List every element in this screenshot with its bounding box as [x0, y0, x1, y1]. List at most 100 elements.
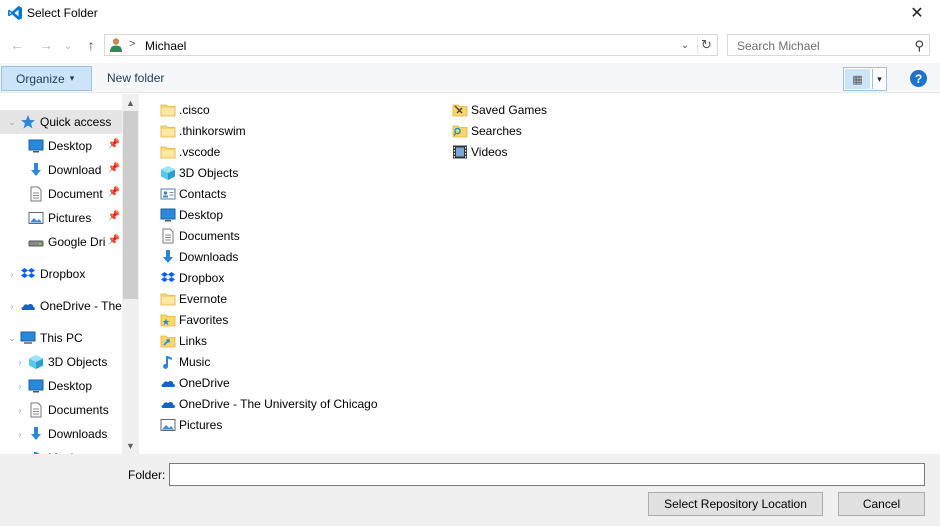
list-item[interactable]: .vscode: [160, 141, 220, 162]
close-icon[interactable]: ✕: [894, 0, 940, 26]
sidebar-item-document[interactable]: Document 📌: [0, 182, 122, 206]
breadcrumb-michael[interactable]: Michael: [145, 39, 186, 53]
desktop-icon: [28, 378, 44, 394]
list-item-label: .vscode: [179, 144, 221, 159]
list-item[interactable]: OneDrive - The University of Chicago: [160, 393, 378, 414]
back-arrow-icon[interactable]: ←: [8, 35, 26, 55]
address-bar[interactable]: > Michael ⌄ ↻: [104, 34, 718, 56]
navigation-scrollbar[interactable]: ▲ ▼: [122, 94, 139, 454]
list-item[interactable]: OneDrive: [160, 372, 230, 393]
sidebar-item-quick-access[interactable]: ⌄ Quick access: [0, 110, 122, 134]
sidebar-item-google-dri[interactable]: Google Dri 📌: [0, 230, 122, 254]
list-item[interactable]: Desktop: [160, 204, 223, 225]
new-folder-button[interactable]: New folder: [107, 71, 164, 85]
list-item[interactable]: Videos: [452, 141, 507, 162]
list-item-label: OneDrive: [179, 375, 230, 390]
pin-icon: 📌: [107, 163, 120, 174]
file-list[interactable]: .cisco .thinkorswim .vscode 3D Objects Conta…: [140, 94, 940, 454]
sidebar-item-label: Download: [48, 163, 102, 177]
sidebar-item-downloads[interactable]: › Downloads: [0, 422, 122, 446]
list-item[interactable]: Favorites: [160, 309, 228, 330]
star-icon: [20, 114, 36, 130]
3d-objects-icon: [160, 165, 176, 181]
drive-icon: [28, 234, 44, 250]
sidebar-item-documents[interactable]: › Documents: [0, 398, 122, 422]
sidebar-item-label: OneDrive - The: [40, 299, 122, 313]
breadcrumb-separator[interactable]: >: [129, 38, 135, 50]
list-item-label: .thinkorswim: [179, 123, 246, 138]
list-item[interactable]: 3D Objects: [160, 162, 238, 183]
list-item-label: Pictures: [179, 417, 223, 432]
onedrive-icon: [160, 375, 176, 391]
list-item[interactable]: Evernote: [160, 288, 227, 309]
links-icon: [160, 333, 176, 349]
list-item[interactable]: .cisco: [160, 99, 210, 120]
sidebar-item-music[interactable]: ›Music: [0, 446, 122, 454]
sidebar-item-desktop[interactable]: › Desktop: [0, 374, 122, 398]
sidebar-item-dropbox[interactable]: › Dropbox: [0, 262, 122, 286]
list-item[interactable]: Links: [160, 330, 207, 351]
window-title: Select Folder: [27, 6, 98, 20]
sidebar-item-label: Document: [48, 187, 103, 201]
list-item[interactable]: Downloads: [160, 246, 238, 267]
pictures-icon: [28, 210, 44, 226]
forward-arrow-icon[interactable]: →: [37, 35, 55, 55]
list-item[interactable]: Searches: [452, 120, 522, 141]
refresh-icon[interactable]: ↻: [697, 36, 715, 54]
contacts-icon: [160, 186, 176, 202]
folder-icon: [160, 123, 176, 139]
change-view-button[interactable]: ▦ ▾: [843, 67, 887, 91]
help-icon[interactable]: ?: [910, 70, 927, 87]
pin-icon: 📌: [107, 235, 120, 246]
sidebar-item-pictures[interactable]: Pictures 📌: [0, 206, 122, 230]
list-item[interactable]: Saved Games: [452, 99, 547, 120]
recent-locations-chevron-icon[interactable]: ⌄: [61, 35, 75, 55]
address-dropdown-icon[interactable]: ⌄: [677, 36, 693, 54]
folder-icon: [160, 102, 176, 118]
document-icon: [160, 228, 176, 244]
sidebar-item-3d-objects[interactable]: › 3D Objects: [0, 350, 122, 374]
sidebar-item-label: Dropbox: [40, 267, 86, 281]
search-icon[interactable]: ⚲: [914, 38, 924, 54]
list-item[interactable]: .thinkorswim: [160, 120, 246, 141]
sidebar-item-desktop[interactable]: Desktop 📌: [0, 134, 122, 158]
expand-chevron-icon[interactable]: ›: [12, 357, 28, 367]
list-item[interactable]: Dropbox: [160, 267, 224, 288]
sidebar-item-onedrive-the[interactable]: › OneDrive - The: [0, 294, 122, 318]
expand-chevron-icon[interactable]: ›: [4, 301, 20, 311]
sidebar-item-this-pc[interactable]: ⌄ This PC: [0, 326, 122, 350]
expand-chevron-icon[interactable]: ›: [12, 405, 28, 415]
navigation-pane[interactable]: ⌄ Quick access Desktop 📌 Download 📌 Document 📌 P…: [0, 94, 139, 454]
download-icon: [160, 249, 176, 265]
organize-button[interactable]: Organize ▾: [1, 66, 92, 91]
cancel-button[interactable]: Cancel: [838, 492, 925, 516]
search-placeholder: Search Michael: [737, 39, 820, 53]
sidebar-item-download[interactable]: Download 📌: [0, 158, 122, 182]
folder-name-input[interactable]: [169, 463, 925, 486]
expand-chevron-icon[interactable]: ›: [4, 269, 20, 279]
up-arrow-icon[interactable]: ↑: [82, 35, 100, 55]
select-repository-location-button[interactable]: Select Repository Location: [648, 492, 823, 516]
scrollbar-thumb[interactable]: [123, 111, 138, 299]
list-item[interactable]: Music: [160, 351, 210, 372]
list-item[interactable]: Pictures: [160, 414, 222, 435]
list-item-label: Downloads: [179, 249, 239, 264]
list-item[interactable]: Contacts: [160, 183, 226, 204]
sidebar-item-label: 3D Objects: [48, 355, 108, 369]
view-options-dropdown-icon[interactable]: ▾: [872, 69, 886, 89]
expand-chevron-icon[interactable]: ⌄: [4, 333, 20, 344]
search-input[interactable]: Search Michael ⚲: [727, 34, 930, 56]
folder-icon: [160, 144, 176, 160]
folder-icon: [160, 291, 176, 307]
list-item[interactable]: Documents: [160, 225, 240, 246]
scroll-down-icon[interactable]: ▼: [122, 437, 139, 454]
scroll-up-icon[interactable]: ▲: [122, 94, 139, 111]
expand-chevron-icon[interactable]: ›: [12, 429, 28, 439]
expand-chevron-icon[interactable]: ⌄: [4, 117, 20, 128]
desktop-icon: [160, 207, 176, 223]
expand-chevron-icon[interactable]: ›: [12, 381, 28, 391]
desktop-icon: [28, 138, 44, 154]
sidebar-item-label: Quick access: [40, 115, 112, 129]
details-view-icon[interactable]: ▦: [845, 69, 870, 89]
vscode-logo-icon: [8, 6, 22, 20]
